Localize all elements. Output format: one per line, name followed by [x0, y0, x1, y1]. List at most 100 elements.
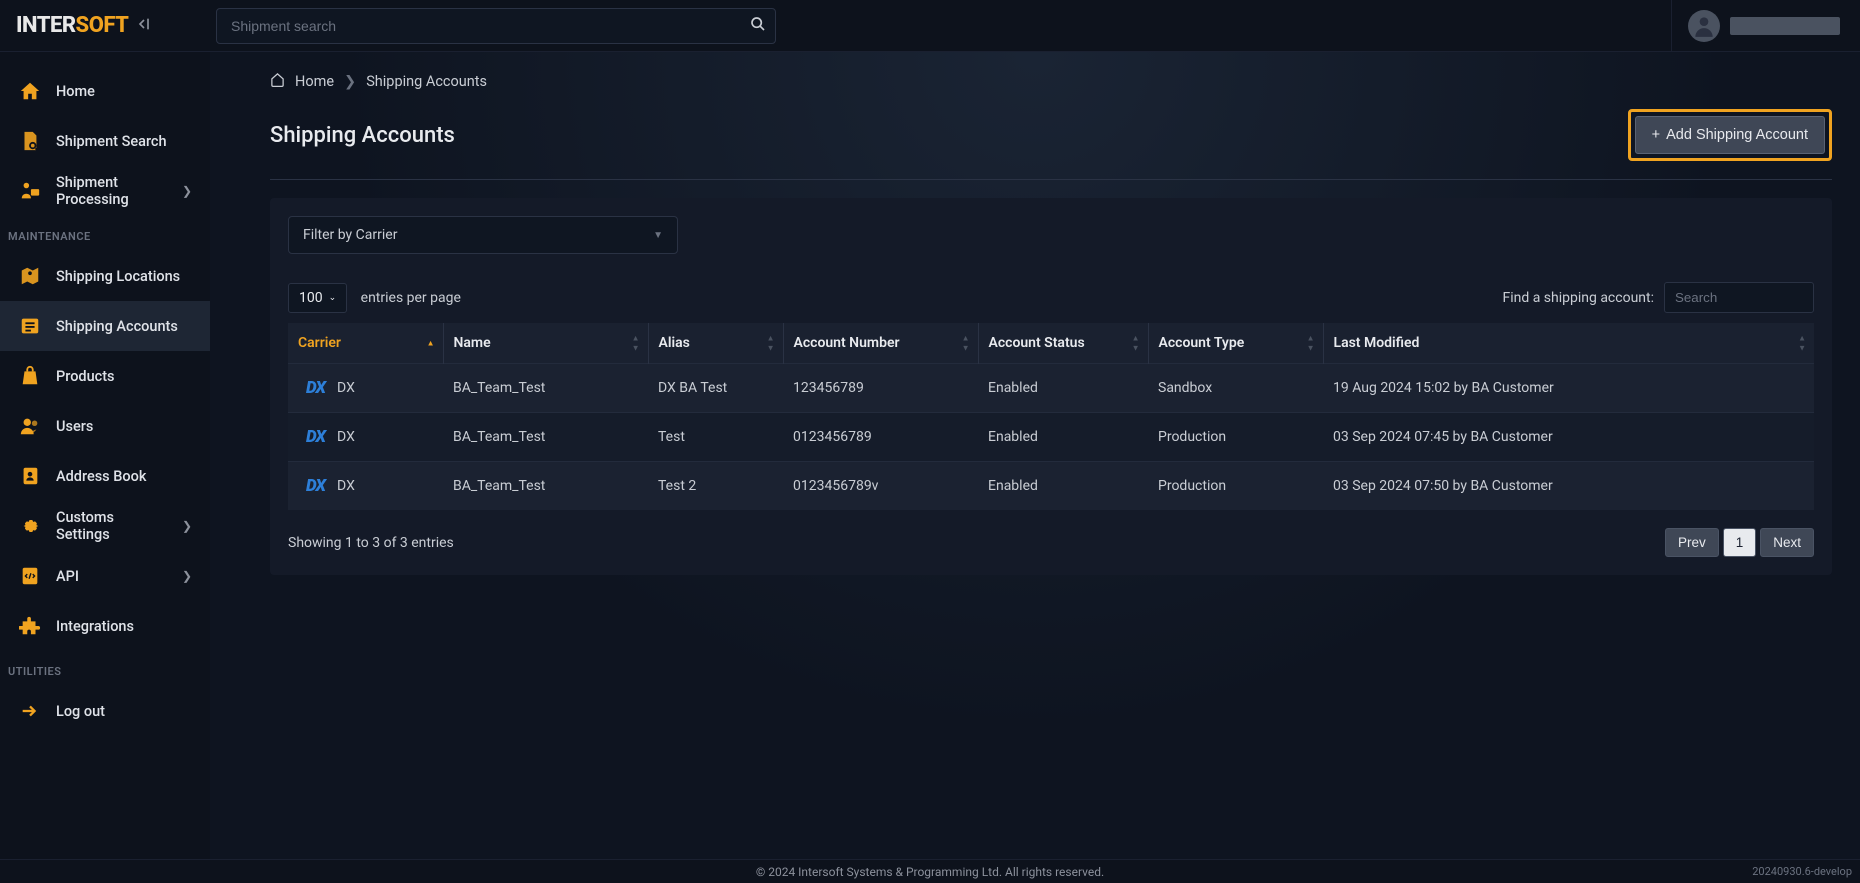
sort-icon: ▲▼ — [1798, 334, 1806, 353]
table-row[interactable]: DXDXBA_Team_TestDX BA Test123456789Enabl… — [288, 364, 1814, 413]
nav-label: Users — [56, 418, 93, 435]
page-1-button[interactable]: 1 — [1723, 528, 1757, 557]
cell-account-number: 0123456789 — [783, 413, 978, 462]
cell-name: BA_Team_Test — [443, 462, 648, 511]
col-alias[interactable]: Alias ▲▼ — [648, 323, 783, 364]
chevron-right-icon: ❯ — [182, 569, 192, 583]
col-account-number[interactable]: Account Number ▲▼ — [783, 323, 978, 364]
filter-placeholder: Filter by Carrier — [303, 227, 397, 243]
sort-icon: ▲ — [427, 339, 435, 348]
sort-icon: ▲▼ — [962, 334, 970, 353]
cell-name: BA_Team_Test — [443, 413, 648, 462]
col-last-modified[interactable]: Last Modified ▲▼ — [1323, 323, 1814, 364]
breadcrumb-home[interactable]: Home — [295, 73, 334, 90]
chevron-down-icon: ⌄ — [329, 293, 337, 303]
nav-shipment-search[interactable]: Shipment Search — [0, 116, 210, 166]
page-title: Shipping Accounts — [270, 123, 455, 148]
nav-label: Address Book — [56, 468, 146, 485]
nav-label: Integrations — [56, 618, 134, 635]
table-row[interactable]: DXDXBA_Team_TestTest 20123456789vEnabled… — [288, 462, 1814, 511]
nav-api[interactable]: API ❯ — [0, 551, 210, 601]
cell-modified: 19 Aug 2024 15:02 by BA Customer — [1323, 364, 1814, 413]
carrier-name: DX — [337, 380, 355, 396]
bag-icon — [18, 364, 42, 388]
sidebar: Home Shipment Search Shipment Processing… — [0, 52, 210, 859]
cell-alias: Test 2 — [648, 462, 783, 511]
add-button-label: Add Shipping Account — [1666, 127, 1808, 143]
col-carrier[interactable]: Carrier ▲ — [288, 323, 443, 364]
page-header: Shipping Accounts + Add Shipping Account — [270, 109, 1832, 180]
cell-type: Production — [1148, 413, 1323, 462]
find-label: Find a shipping account: — [1502, 290, 1654, 306]
cell-account-number: 123456789 — [783, 364, 978, 413]
col-name[interactable]: Name ▲▼ — [443, 323, 648, 364]
nav-shipment-processing[interactable]: Shipment Processing ❯ — [0, 166, 210, 216]
breadcrumb-current: Shipping Accounts — [366, 73, 487, 90]
add-shipping-account-button[interactable]: + Add Shipping Account — [1635, 116, 1825, 154]
shipment-search-input[interactable] — [216, 8, 776, 44]
dx-logo-icon: DX — [306, 378, 325, 398]
address-book-icon — [18, 464, 42, 488]
col-account-type[interactable]: Account Type ▲▼ — [1148, 323, 1323, 364]
home-icon — [18, 79, 42, 103]
dx-logo-icon: DX — [306, 427, 325, 447]
filter-by-carrier-select[interactable]: Filter by Carrier ▼ — [288, 216, 678, 254]
find-account-input[interactable] — [1664, 282, 1814, 313]
nav-users[interactable]: Users — [0, 401, 210, 451]
nav-shipping-locations[interactable]: Shipping Locations — [0, 251, 210, 301]
cell-alias: DX BA Test — [648, 364, 783, 413]
home-icon — [270, 72, 285, 91]
entries-label: entries per page — [361, 290, 461, 306]
accounts-table: Carrier ▲ Name ▲▼ Alias ▲▼ Account Num — [288, 323, 1814, 510]
nav-label: Shipping Accounts — [56, 318, 178, 335]
search-icon[interactable] — [750, 16, 766, 36]
cell-alias: Test — [648, 413, 783, 462]
processing-icon — [18, 179, 42, 203]
sort-icon: ▲▼ — [1307, 334, 1315, 353]
cell-status: Enabled — [978, 462, 1148, 511]
sort-icon: ▲▼ — [1132, 334, 1140, 353]
document-search-icon — [18, 129, 42, 153]
nav-label: Shipment Search — [56, 133, 167, 150]
nav-label: Log out — [56, 703, 105, 720]
nav-label: Home — [56, 83, 95, 100]
entries-per-page-select[interactable]: 100 ⌄ — [288, 283, 347, 313]
nav-label: Shipment Processing — [56, 174, 168, 208]
nav-customs-settings[interactable]: Customs Settings ❯ — [0, 501, 210, 551]
nav-label: Shipping Locations — [56, 268, 180, 285]
cell-name: BA_Team_Test — [443, 364, 648, 413]
breadcrumb-separator-icon: ❯ — [344, 73, 356, 90]
nav-home[interactable]: Home — [0, 66, 210, 116]
brand-logo: INTERSOFT — [16, 13, 128, 38]
table-row[interactable]: DXDXBA_Team_TestTest0123456789EnabledPro… — [288, 413, 1814, 462]
cell-modified: 03 Sep 2024 07:50 by BA Customer — [1323, 462, 1814, 511]
nav-integrations[interactable]: Integrations — [0, 601, 210, 651]
shipment-search-wrap — [216, 8, 776, 44]
nav-logout[interactable]: Log out — [0, 686, 210, 736]
cell-type: Production — [1148, 462, 1323, 511]
next-page-button[interactable]: Next — [1760, 528, 1814, 557]
gear-icon — [18, 514, 42, 538]
code-icon — [18, 564, 42, 588]
nav-label: API — [56, 568, 79, 585]
cell-modified: 03 Sep 2024 07:45 by BA Customer — [1323, 413, 1814, 462]
user-menu[interactable] — [1671, 0, 1860, 51]
footer: © 2024 Intersoft Systems & Programming L… — [0, 859, 1860, 883]
col-account-status[interactable]: Account Status ▲▼ — [978, 323, 1148, 364]
nav-shipping-accounts[interactable]: Shipping Accounts — [0, 301, 210, 351]
sidebar-collapse-button[interactable] — [136, 16, 152, 36]
add-button-highlight: + Add Shipping Account — [1628, 109, 1832, 161]
prev-page-button[interactable]: Prev — [1665, 528, 1719, 557]
plus-icon: + — [1652, 127, 1660, 143]
map-pin-icon — [18, 264, 42, 288]
nav-address-book[interactable]: Address Book — [0, 451, 210, 501]
chevron-right-icon: ❯ — [182, 519, 192, 533]
table-controls: 100 ⌄ entries per page Find a shipping a… — [288, 282, 1814, 313]
puzzle-icon — [18, 614, 42, 638]
sort-icon: ▲▼ — [632, 334, 640, 353]
avatar — [1688, 10, 1720, 42]
carrier-name: DX — [337, 478, 355, 494]
table-footer: Showing 1 to 3 of 3 entries Prev 1 Next — [288, 528, 1814, 557]
dx-logo-icon: DX — [306, 476, 325, 496]
nav-products[interactable]: Products — [0, 351, 210, 401]
